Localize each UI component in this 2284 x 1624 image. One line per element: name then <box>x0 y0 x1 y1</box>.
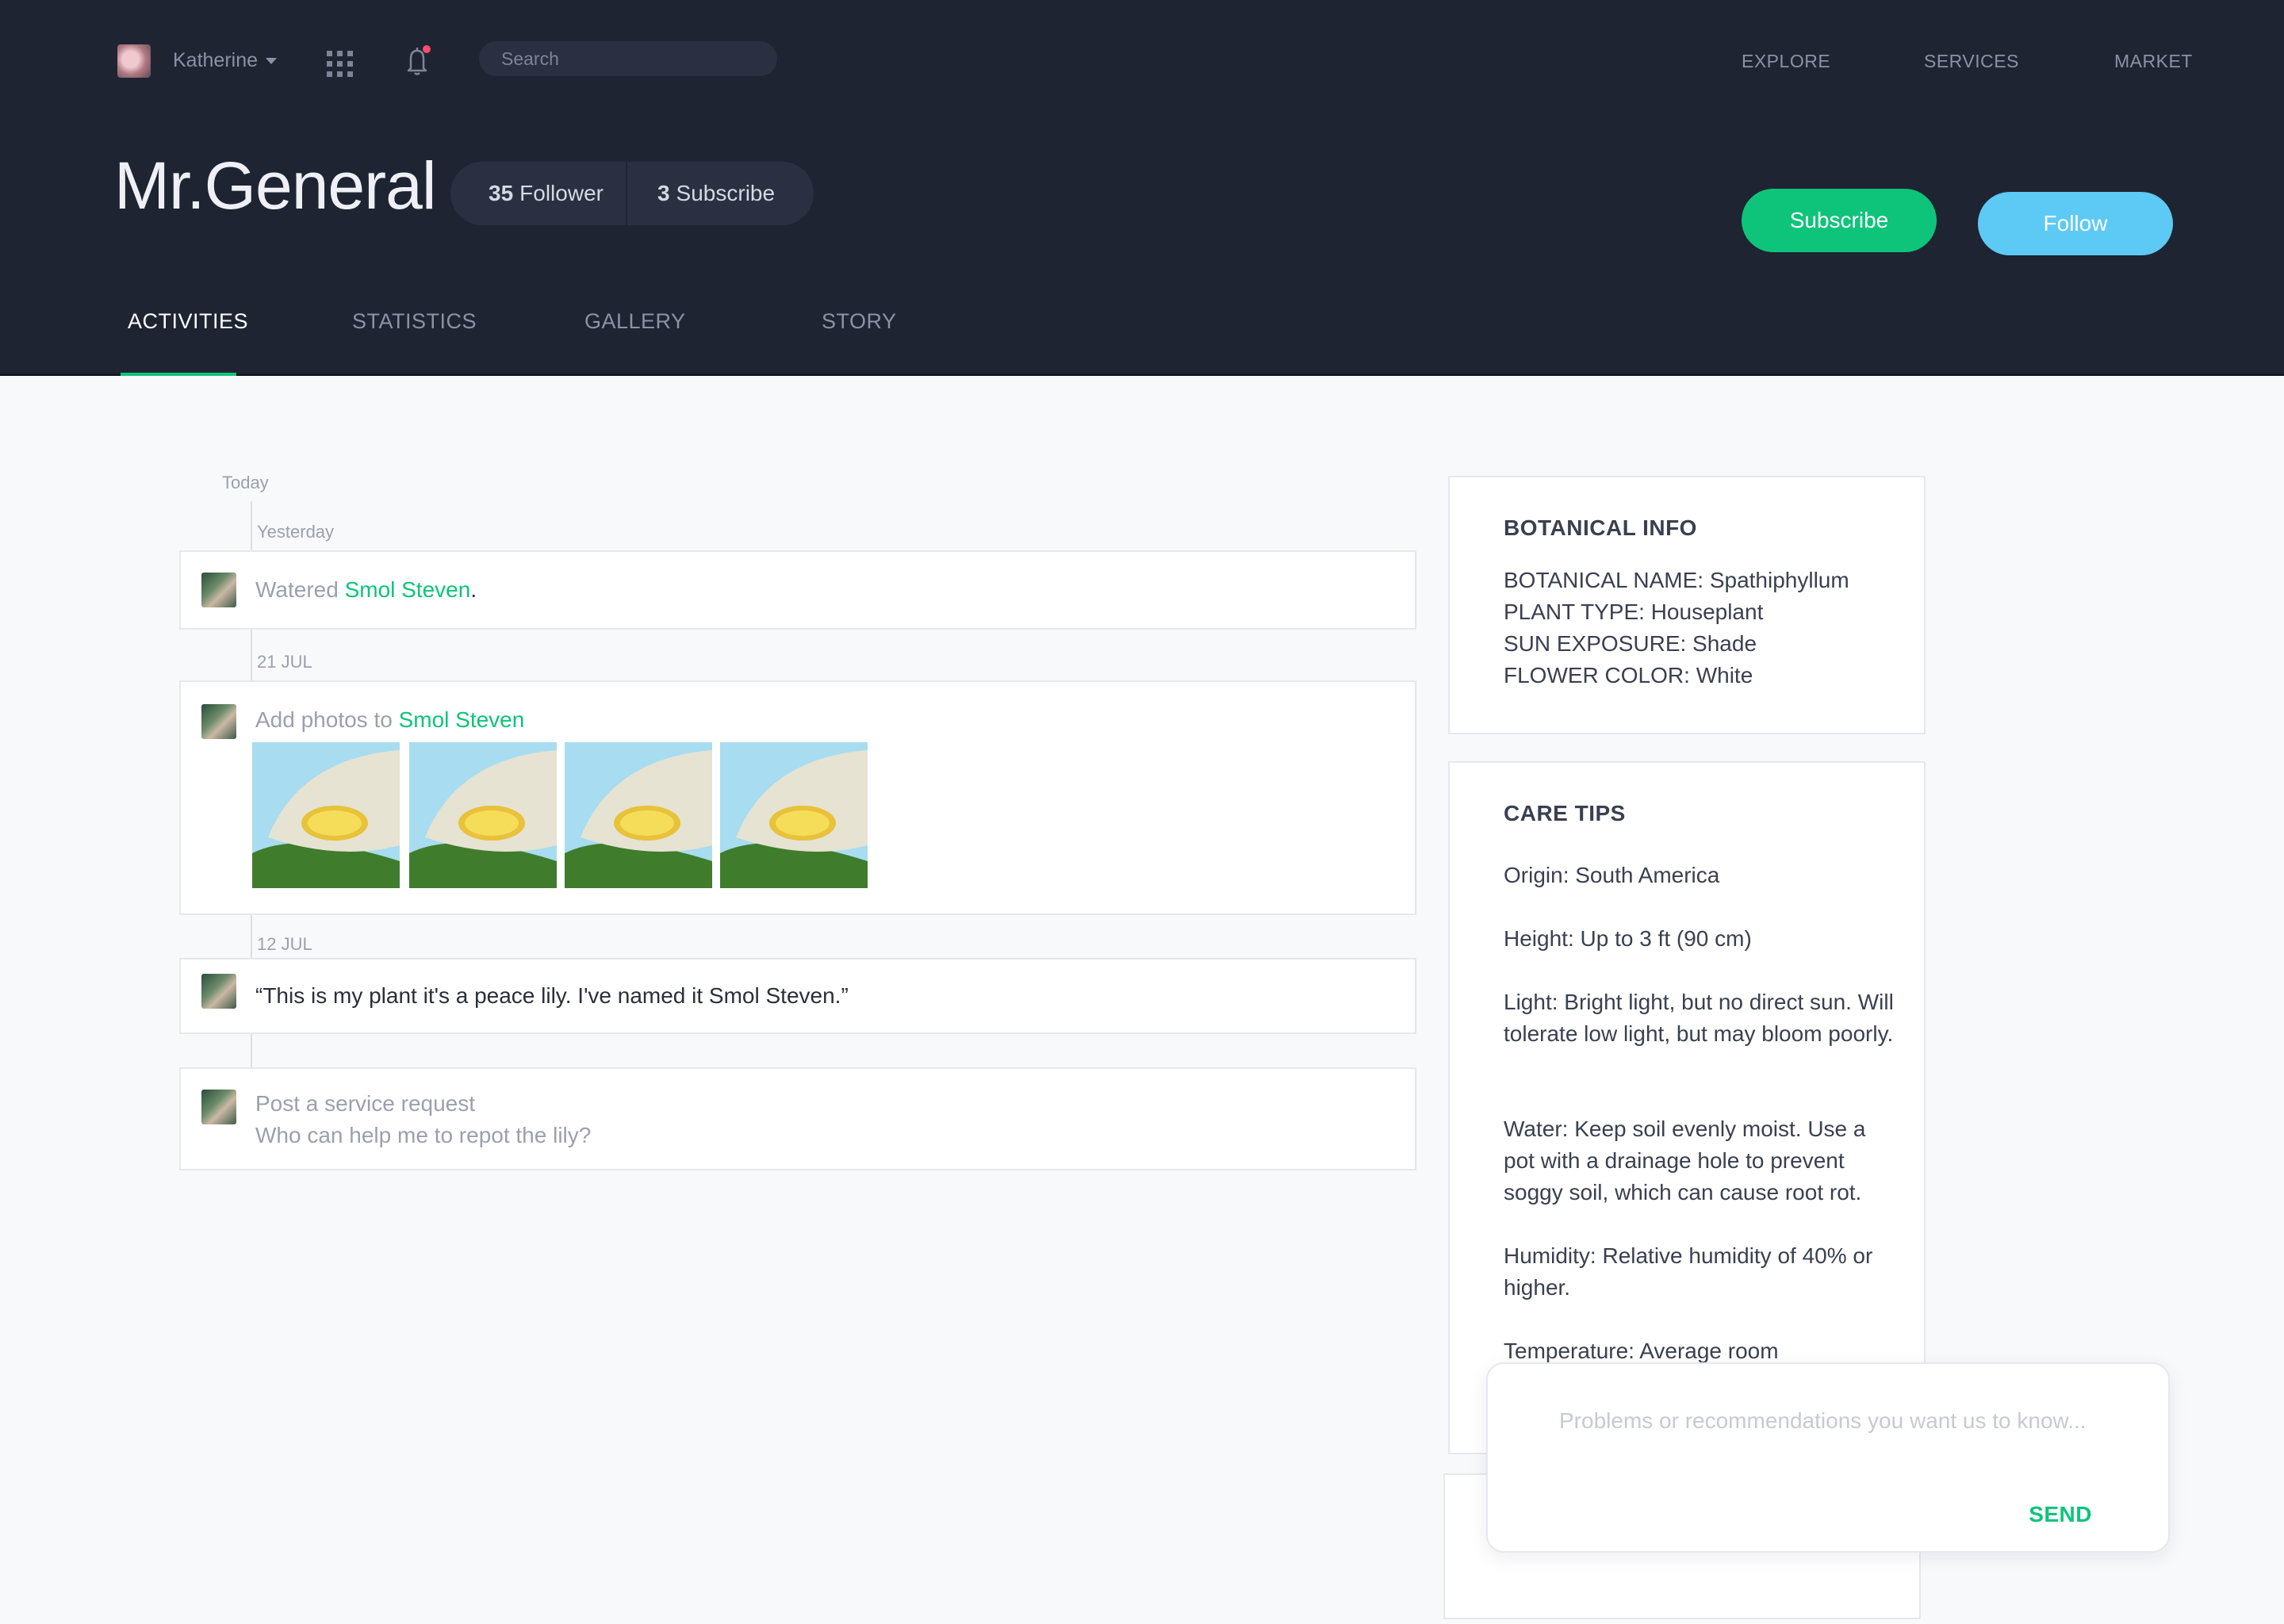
followers-count: 35 <box>489 181 514 205</box>
nav-explore[interactable]: EXPLORE <box>1742 51 1830 72</box>
activity-prefix: Add photos to <box>255 707 399 732</box>
follow-button[interactable]: Follow <box>1978 192 2173 255</box>
feedback-input[interactable] <box>1559 1408 2114 1472</box>
plant-photo[interactable] <box>565 742 712 888</box>
care-tip: Height: Up to 3 ft (90 cm) <box>1504 926 1752 951</box>
activity-suffix: . <box>470 577 477 602</box>
stats-pill: 35 Follower 3 Subscribe <box>450 162 814 225</box>
notification-dot <box>423 45 431 53</box>
tab-gallery[interactable]: GALLERY <box>584 309 686 334</box>
user-menu[interactable]: Katherine <box>173 49 278 72</box>
request-body: Who can help me to repot the lily? <box>255 1123 592 1147</box>
plant-photo[interactable] <box>720 742 868 888</box>
profile-header: Katherine EXPLORE SERVICES MARKET Mr.Gen… <box>0 0 2284 376</box>
panel-title: BOTANICAL INFO <box>1504 515 1697 540</box>
send-button[interactable]: SEND <box>2029 1502 2092 1527</box>
activity-card-photos: Add photos to Smol Steven <box>179 680 1416 915</box>
flower-color: FLOWER COLOR: White <box>1504 663 1753 688</box>
activity-card-service-request[interactable]: Post a service request Who can help me t… <box>179 1067 1416 1170</box>
plant-link[interactable]: Smol Steven <box>399 707 525 732</box>
subscribe-count: 3 <box>657 181 670 205</box>
avatar <box>201 1090 236 1124</box>
user-name: Katherine <box>173 49 259 71</box>
tab-story[interactable]: STORY <box>822 309 897 334</box>
followers-stat[interactable]: 35 Follower <box>450 162 626 225</box>
timeline-date: 12 JUL <box>257 934 312 954</box>
timeline-date: Yesterday <box>257 522 335 542</box>
timeline-connector <box>251 630 252 680</box>
user-avatar[interactable] <box>117 44 151 78</box>
subscribe-button[interactable]: Subscribe <box>1742 189 1937 252</box>
request-title: Post a service request <box>255 1091 476 1116</box>
page-title: Mr.General <box>114 148 436 223</box>
timeline-date: 21 JUL <box>257 652 312 672</box>
followers-label: Follower <box>519 181 604 205</box>
sun-exposure: SUN EXPOSURE: Shade <box>1504 631 1757 656</box>
activity-card-watered: Watered Smol Steven. <box>179 550 1416 630</box>
plant-photo[interactable] <box>409 742 557 888</box>
nav-services[interactable]: SERVICES <box>1924 51 2019 72</box>
subscribe-stat[interactable]: 3 Subscribe <box>627 162 797 225</box>
care-tip: Light: Bright light, but no direct sun. … <box>1504 990 1894 1046</box>
activity-quote: “This is my plant it's a peace lily. I'v… <box>255 983 849 1008</box>
tab-activities[interactable]: ACTIVITIES <box>128 309 248 334</box>
care-tips-panel: CARE TIPS Origin: South America Height: … <box>1448 761 1926 1454</box>
tab-statistics[interactable]: STATISTICS <box>352 309 477 334</box>
activity-prefix: Watered <box>255 577 345 602</box>
timeline-connector <box>251 501 252 552</box>
plant-link[interactable]: Smol Steven <box>345 577 471 602</box>
plant-type: PLANT TYPE: Houseplant <box>1504 599 1764 624</box>
care-tip: Origin: South America <box>1504 863 1720 887</box>
chevron-down-icon <box>266 58 278 65</box>
activity-text: Add photos to Smol Steven <box>255 707 524 733</box>
apps-grid-icon[interactable] <box>327 51 354 77</box>
botanical-name: BOTANICAL NAME: Spathiphyllum <box>1504 568 1849 592</box>
feedback-box: SEND <box>1486 1362 2170 1553</box>
plant-photo[interactable] <box>252 742 400 888</box>
activity-text: Watered Smol Steven. <box>255 577 477 603</box>
care-tip: Humidity: Relative humidity of 40% or hi… <box>1504 1243 1873 1300</box>
active-tab-indicator <box>121 373 236 376</box>
avatar <box>201 704 236 739</box>
avatar <box>201 974 236 1009</box>
subscribe-label: Subscribe <box>676 181 776 205</box>
botanical-info-panel: BOTANICAL INFO BOTANICAL NAME: Spathiphy… <box>1448 476 1926 734</box>
bell-icon[interactable] <box>403 44 431 78</box>
panel-title: CARE TIPS <box>1504 801 1626 825</box>
search-input[interactable] <box>479 41 777 76</box>
nav-market[interactable]: MARKET <box>2114 51 2193 72</box>
avatar <box>201 573 236 607</box>
timeline-connector <box>251 915 252 958</box>
timeline-connector <box>251 1034 252 1069</box>
care-tip: Water: Keep soil evenly moist. Use a pot… <box>1504 1116 1866 1205</box>
timeline-label-today: Today <box>222 473 269 492</box>
activity-card-note: “This is my plant it's a peace lily. I'v… <box>179 958 1416 1034</box>
